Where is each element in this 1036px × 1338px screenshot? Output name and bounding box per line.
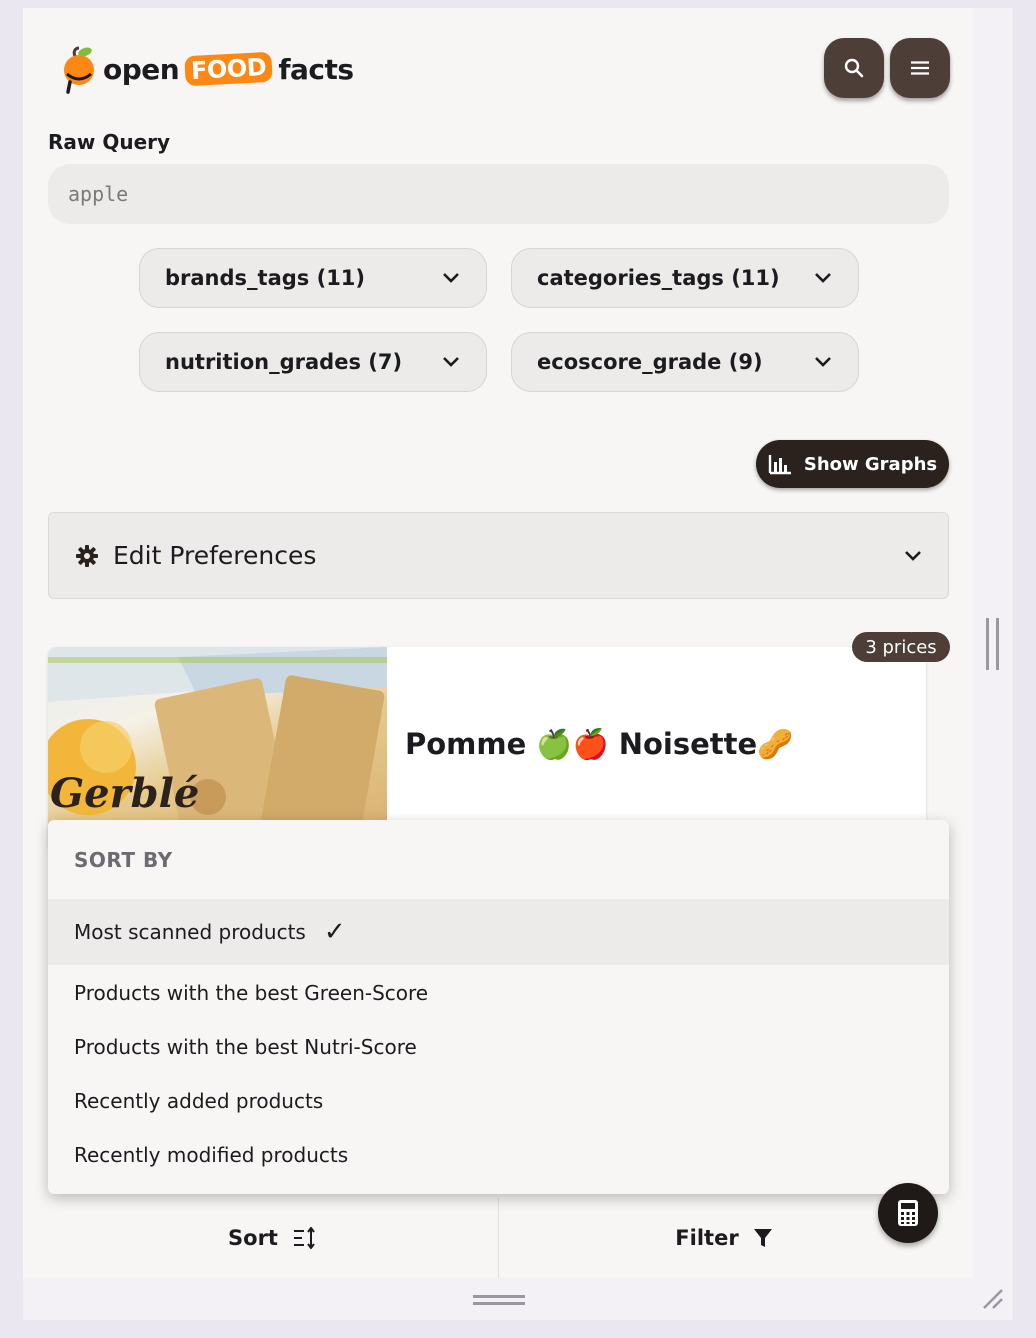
bottom-action-bar: Sort Filter [48,1198,949,1278]
sort-option-recently-added[interactable]: Recently added products [48,1081,949,1121]
show-graphs-button[interactable]: Show Graphs [756,440,949,488]
sort-option-most-scanned[interactable]: Most scanned products ✓ [48,899,949,965]
raw-query-label: Raw Query [48,130,171,154]
sort-option-best-nutri-score[interactable]: Products with the best Nutri-Score [48,1027,949,1067]
search-icon [844,58,864,78]
sort-option-recently-modified[interactable]: Recently modified products [48,1135,949,1175]
facet-ecoscore-grade[interactable]: ecoscore_grade (9) [511,332,859,392]
product-card[interactable]: Gerblé Pomme 🍏🍎 Noisette🥜 [48,647,926,847]
sort-option-best-green-score[interactable]: Products with the best Green-Score [48,973,949,1013]
chevron-down-icon [443,357,459,367]
facet-nutrition-grades[interactable]: nutrition_grades (7) [139,332,487,392]
product-image: Gerblé [48,647,387,827]
facet-brands-tags[interactable]: brands_tags (11) [139,248,487,308]
chevron-down-icon [443,273,459,283]
edit-preferences-accordion[interactable]: Edit Preferences [48,512,949,599]
search-button[interactable] [824,38,884,98]
sort-label: Sort [228,1226,278,1250]
filter-funnel-icon [753,1229,772,1247]
sort-option-label: Recently added products [74,1089,324,1113]
chevron-down-icon [815,357,831,367]
bottom-drag-handle[interactable] [473,1295,525,1305]
raw-query-value: apple [68,182,129,206]
product-name: Pomme 🍏🍎 Noisette🥜 [405,727,794,761]
sort-option-label: Recently modified products [74,1143,349,1167]
facet-label: brands_tags (11) [165,266,366,290]
open-food-facts-logo[interactable]: open FOOD facts [59,44,354,94]
facet-label: ecoscore_grade (9) [537,350,763,374]
logo-word-food: FOOD [184,51,274,87]
sort-by-menu: SORT BY Most scanned products ✓ Products… [48,820,949,1194]
logo-word-open: open [103,52,180,86]
product-photo-illustration: Gerblé [48,647,387,827]
sort-menu-header: SORT BY [74,848,173,872]
gear-icon [76,544,98,567]
facet-label: categories_tags (11) [537,266,780,290]
chevron-down-icon [905,550,921,561]
sort-option-label: Products with the best Nutri-Score [74,1035,417,1059]
menu-button[interactable] [890,38,950,98]
bar-chart-icon [768,455,791,475]
sort-option-label: Products with the best Green-Score [74,981,429,1005]
side-resize-handle[interactable] [986,618,999,670]
prices-badge[interactable]: 3 prices [852,632,950,662]
logo-mark-icon [64,46,94,94]
checkmark-icon: ✓ [323,917,346,947]
product-brand-text: Gerblé [50,770,199,817]
logo-word-facts: facts [278,52,354,86]
show-graphs-label: Show Graphs [803,453,938,475]
resize-corner-icon[interactable] [980,1286,1006,1312]
edit-preferences-label: Edit Preferences [113,541,317,570]
sort-button[interactable]: Sort [48,1198,498,1278]
facet-categories-tags[interactable]: categories_tags (11) [511,248,859,308]
hamburger-menu-icon [911,61,929,75]
calculator-button[interactable] [878,1183,938,1243]
calculator-icon [898,1200,918,1226]
chevron-down-icon [815,273,831,283]
sort-icon [293,1227,315,1249]
app-frame: open FOOD facts Raw Query apple brands_t… [23,8,973,1278]
sort-option-label: Most scanned products [74,920,306,944]
raw-query-input[interactable]: apple [48,164,949,224]
facet-label: nutrition_grades (7) [165,350,403,374]
filter-label: Filter [675,1226,739,1250]
